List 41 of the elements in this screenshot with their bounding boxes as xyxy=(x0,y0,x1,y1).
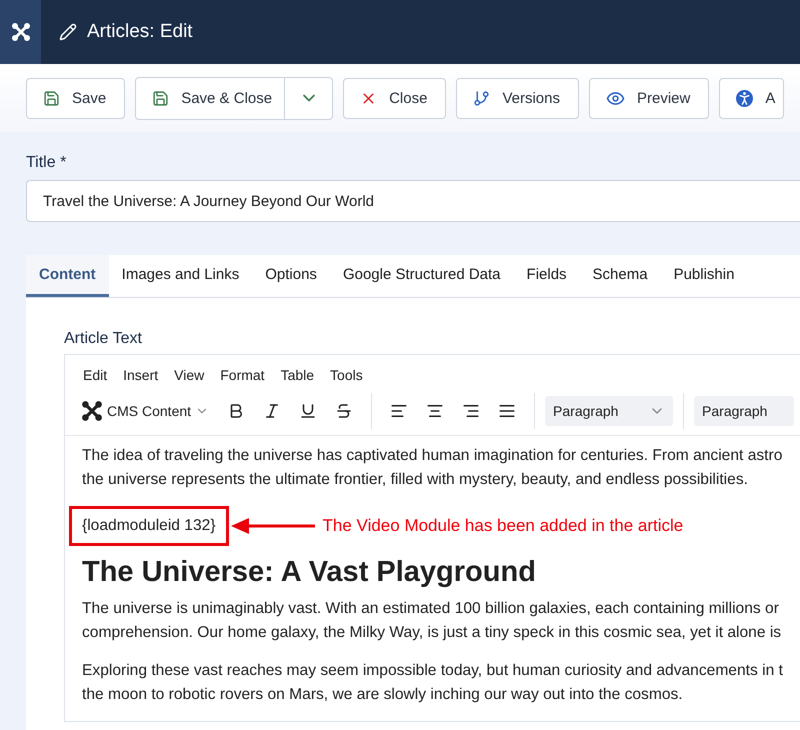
save-icon xyxy=(43,90,60,106)
shortcode-highlight: {loadmoduleid 132} xyxy=(69,506,229,546)
save-close-button[interactable]: Save & Close xyxy=(136,78,284,118)
logo-icon xyxy=(81,400,103,422)
strikethrough-icon xyxy=(335,402,354,420)
menu-item[interactable]: Format xyxy=(212,367,273,383)
heading: The Universe: A Vast Playground xyxy=(82,556,537,589)
branch-icon xyxy=(473,90,490,106)
align-left-icon xyxy=(390,402,408,420)
preview-button[interactable]: Preview xyxy=(589,78,710,118)
block-format-select[interactable]: Paragraph xyxy=(545,396,674,426)
title-input[interactable]: Travel the Universe: A Journey Beyond Our World xyxy=(26,180,800,222)
article-text-label: Article Text xyxy=(64,330,143,348)
align-center-icon xyxy=(426,402,444,420)
accessibility-button[interactable]: A xyxy=(719,78,784,118)
logo-icon xyxy=(10,22,30,42)
menu-item[interactable]: Edit xyxy=(75,367,116,383)
menu-item[interactable]: Table xyxy=(272,367,322,383)
title-label: Title * xyxy=(26,154,68,172)
align-right-icon xyxy=(462,402,480,420)
paragraph: The idea of traveling the universe has captivated human imagination for centuries. From ancient astro the universe represents the ultimate frontier, filled with mystery, beauty, and endless possibilities. xyxy=(82,446,784,490)
save-button[interactable]: Save xyxy=(26,78,126,118)
menu-item[interactable]: View xyxy=(166,367,212,383)
menu-item[interactable]: Insert xyxy=(115,367,166,383)
logo-tile[interactable] xyxy=(0,0,41,64)
save-icon xyxy=(152,90,170,106)
tab[interactable]: Content xyxy=(26,255,109,297)
pencil-icon xyxy=(59,23,77,41)
paragraph: Exploring these vast reaches may seem impossible today, but human curiosity and advancements in t the moon to robotic rovers on Mars, we are slowly inching our way out into the cosmos. xyxy=(82,661,784,705)
arrow-icon xyxy=(230,518,315,534)
versions-button[interactable]: Versions xyxy=(456,78,579,118)
underline-icon xyxy=(299,402,318,420)
cms-content-button[interactable]: CMS Content xyxy=(81,400,218,422)
close-button[interactable]: Close xyxy=(343,78,446,118)
menu-item[interactable]: Tools xyxy=(322,367,371,383)
block-format-select[interactable]: Paragraph xyxy=(694,396,794,426)
align-justify-icon xyxy=(498,402,516,420)
page-title: Articles: Edit xyxy=(87,21,193,43)
annotation-text: The Video Module has been added in the article xyxy=(322,516,684,536)
accessibility-icon xyxy=(736,90,754,106)
paragraph: The universe is unimaginably vast. With an estimated 100 billion galaxies, each containing millions or comprehension. Our home galaxy, the Milky Way, is just a tiny speck in this cosmic sea, yet it alone is xyxy=(82,599,782,643)
